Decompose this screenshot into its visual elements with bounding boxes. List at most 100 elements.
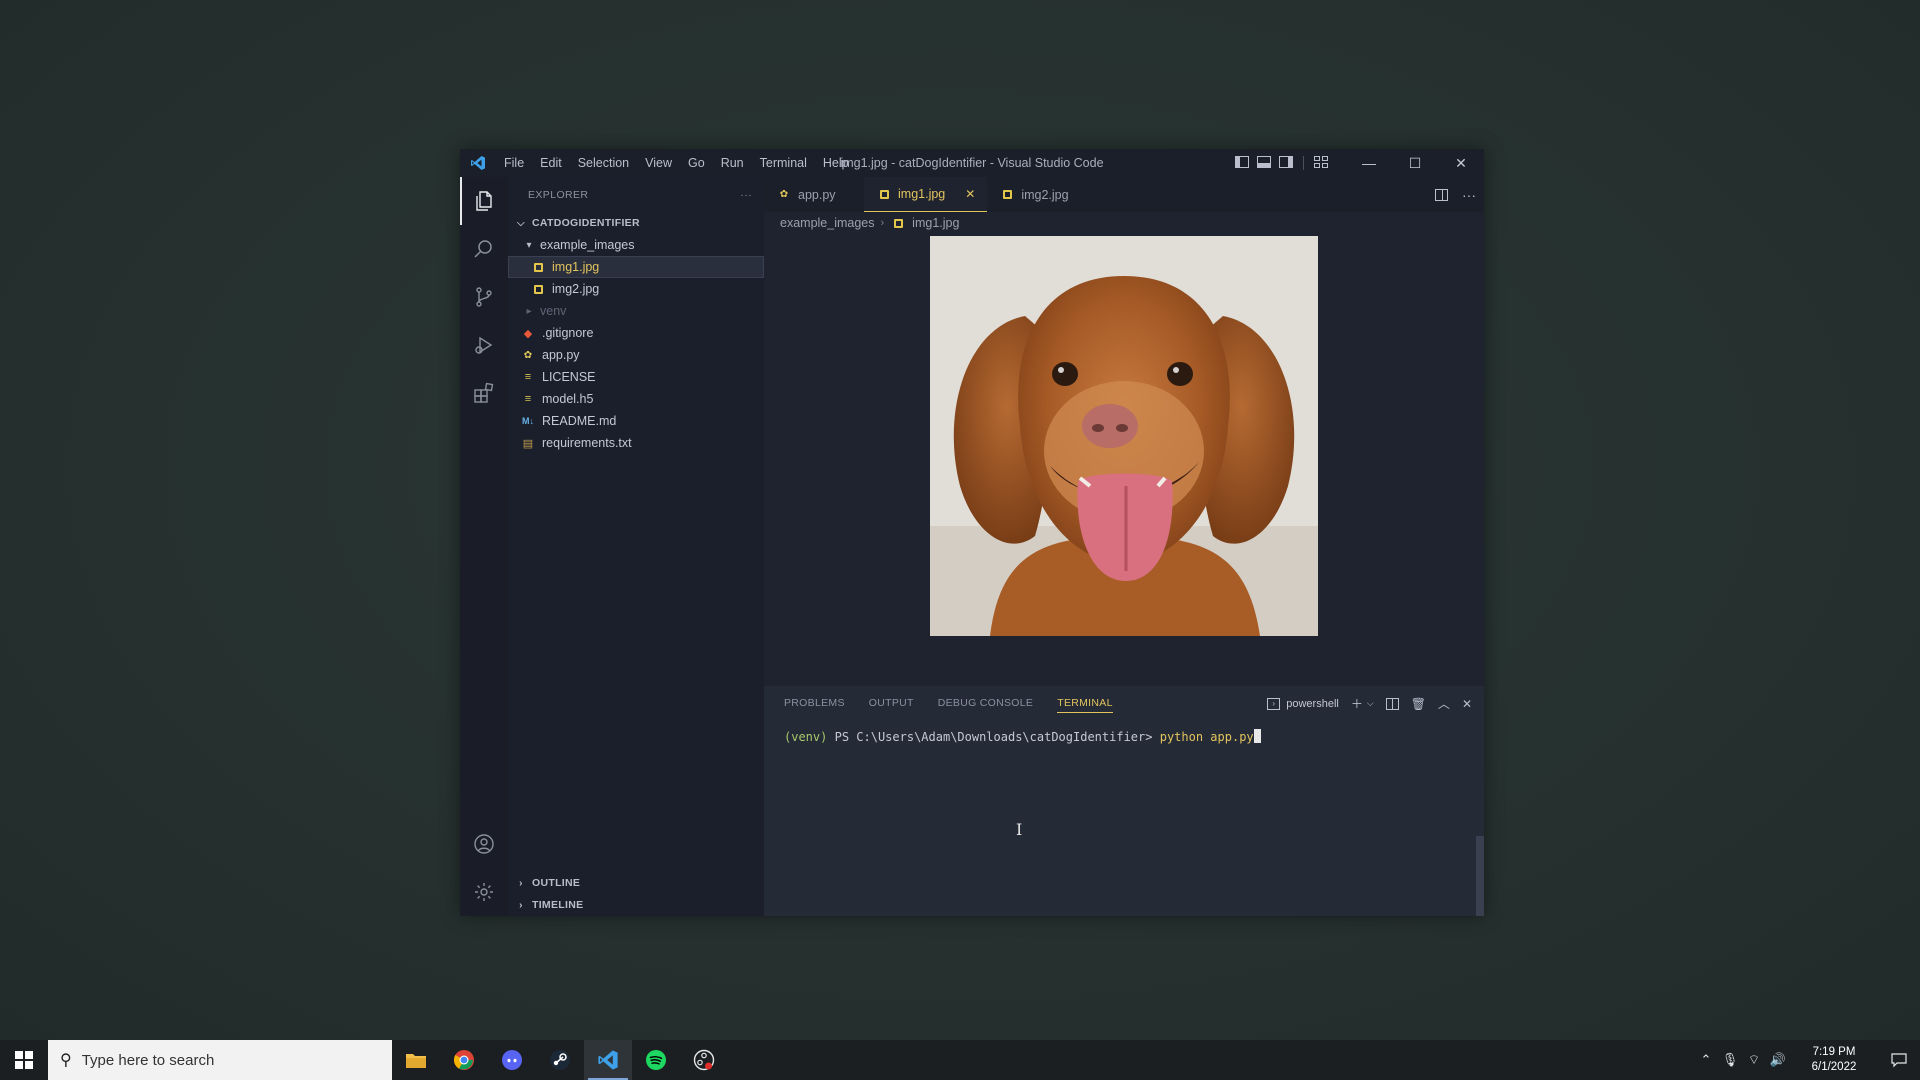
terminal-icon: ›	[1267, 697, 1281, 710]
menu-edit[interactable]: Edit	[532, 149, 570, 177]
new-terminal-icon[interactable]: ＋	[1351, 695, 1363, 712]
breadcrumb-folder[interactable]: example_images	[780, 216, 875, 230]
chevron-right-icon: ›	[519, 899, 523, 911]
customize-layout-icon[interactable]	[1314, 156, 1328, 168]
file-model-h5[interactable]: ≡ model.h5	[508, 388, 764, 410]
settings-gear-icon[interactable]	[460, 868, 508, 916]
close-panel-icon[interactable]: ✕	[1462, 697, 1472, 711]
menu-run[interactable]: Run	[713, 149, 752, 177]
menu-view[interactable]: View	[637, 149, 680, 177]
folder-example-images[interactable]: ▾ example_images	[508, 234, 764, 256]
outline-section[interactable]: › OUTLINE	[508, 872, 764, 894]
split-terminal-icon[interactable]	[1385, 697, 1399, 710]
clock[interactable]: 7:19 PM 6/1/2022	[1798, 1045, 1870, 1075]
timeline-section[interactable]: › TIMELINE	[508, 894, 764, 916]
start-button[interactable]	[0, 1040, 48, 1080]
tab-label: app.py	[798, 187, 836, 202]
shell-label[interactable]: powershell	[1286, 698, 1339, 710]
search-icon[interactable]	[460, 225, 508, 273]
chrome-icon[interactable]	[440, 1040, 488, 1080]
file-explorer-icon[interactable]	[392, 1040, 440, 1080]
tab-problems[interactable]: PROBLEMS	[784, 686, 845, 721]
close-tab-icon[interactable]: ✕	[965, 187, 975, 201]
extensions-icon[interactable]	[460, 369, 508, 417]
menu-help[interactable]: Help	[815, 149, 857, 177]
chevron-down-icon: ⌵	[517, 217, 525, 229]
close-window-button[interactable]: ✕	[1438, 149, 1484, 177]
file-label: img1.jpg	[552, 260, 600, 274]
discord-icon[interactable]	[488, 1040, 536, 1080]
search-placeholder: Type here to search	[81, 1051, 215, 1069]
tab-img1[interactable]: img1.jpg ✕	[864, 177, 988, 212]
notification-icon[interactable]	[1878, 1040, 1920, 1080]
project-section[interactable]: ⌵ CATDOGIDENTIFIER	[508, 212, 764, 234]
menu-selection[interactable]: Selection	[570, 149, 637, 177]
file-license[interactable]: ≡ LICENSE	[508, 366, 764, 388]
maximize-panel-icon[interactable]: ︿	[1438, 695, 1450, 712]
folder-label: venv	[540, 304, 567, 318]
terminal-scrollbar[interactable]	[1476, 836, 1484, 916]
minimize-button[interactable]: —	[1346, 149, 1392, 177]
terminal-venv: (venv)	[784, 730, 828, 744]
taskbar-search[interactable]: ⚲ Type here to search	[48, 1040, 392, 1080]
tab-output[interactable]: OUTPUT	[869, 686, 914, 721]
maximize-button[interactable]: ☐	[1392, 149, 1438, 177]
menu-terminal[interactable]: Terminal	[752, 149, 815, 177]
explorer-icon[interactable]	[460, 177, 508, 225]
run-debug-icon[interactable]	[460, 321, 508, 369]
chevron-down-icon: ▾	[526, 239, 532, 251]
tab-label: img1.jpg	[898, 187, 946, 201]
more-actions-icon[interactable]: ···	[740, 189, 752, 201]
file-img1[interactable]: img1.jpg	[508, 256, 764, 278]
toggle-secondary-sidebar-icon[interactable]	[1279, 156, 1293, 168]
breadcrumb: example_images › img1.jpg	[764, 212, 1484, 234]
terminal-path: PS C:\Users\Adam\Downloads\catDogIdentif…	[834, 730, 1153, 744]
chevron-right-icon: ›	[880, 217, 885, 229]
title-bar: File Edit Selection View Go Run Terminal…	[460, 149, 1484, 177]
menu-file[interactable]: File	[496, 149, 532, 177]
chevron-up-icon[interactable]: ⌃	[1694, 1052, 1718, 1068]
image-file-icon	[530, 281, 546, 297]
python-icon: ✿	[779, 189, 789, 200]
outline-label: OUTLINE	[532, 877, 581, 889]
trash-icon[interactable]: 🗑	[1411, 697, 1426, 711]
file-gitignore[interactable]: ◆ .gitignore	[508, 322, 764, 344]
account-icon[interactable]	[460, 820, 508, 868]
git-icon: ◆	[523, 327, 533, 340]
divider	[1303, 156, 1304, 170]
tab-debug-console[interactable]: DEBUG CONSOLE	[938, 686, 1034, 721]
vscode-logo-icon	[460, 149, 496, 177]
file-readme[interactable]: M↓ README.md	[508, 410, 764, 432]
system-tray: ⌃ 🎙 ⌔ 🔊 7:19 PM 6/1/2022	[1694, 1040, 1920, 1080]
requirements-file-icon: ▤	[522, 437, 534, 450]
terminal-output[interactable]: (venv) PS C:\Users\Adam\Downloads\catDog…	[764, 721, 1484, 752]
menu-go[interactable]: Go	[680, 149, 713, 177]
breadcrumb-file[interactable]: img1.jpg	[912, 216, 959, 230]
microphone-icon[interactable]: 🎙	[1718, 1052, 1742, 1068]
file-app-py[interactable]: ✿ app.py	[508, 344, 764, 366]
obs-icon[interactable]	[680, 1040, 728, 1080]
explorer-header: EXPLORER	[528, 188, 589, 201]
clock-date: 6/1/2022	[1811, 1061, 1857, 1073]
volume-icon[interactable]: 🔊	[1766, 1052, 1790, 1068]
more-actions-icon[interactable]: ···	[1462, 187, 1476, 203]
folder-venv[interactable]: ▸ venv	[508, 300, 764, 322]
network-icon[interactable]: ⌔	[1742, 1052, 1766, 1068]
tab-label: img2.jpg	[1021, 187, 1069, 202]
license-file-icon: ≡	[524, 371, 532, 383]
steam-icon[interactable]	[536, 1040, 584, 1080]
split-editor-icon[interactable]	[1435, 188, 1448, 201]
source-control-icon[interactable]	[460, 273, 508, 321]
tab-img2[interactable]: img2.jpg	[987, 177, 1087, 212]
vscode-icon[interactable]	[584, 1040, 632, 1080]
tab-app-py[interactable]: ✿ app.py	[764, 177, 864, 212]
chevron-down-icon[interactable]: ⌵	[1367, 698, 1374, 709]
file-label: app.py	[542, 348, 580, 362]
tab-terminal[interactable]: TERMINAL	[1057, 686, 1113, 721]
toggle-panel-icon[interactable]	[1257, 156, 1271, 168]
file-img2[interactable]: img2.jpg	[508, 278, 764, 300]
spotify-icon[interactable]	[632, 1040, 680, 1080]
menu-bar: File Edit Selection View Go Run Terminal…	[496, 149, 857, 177]
file-requirements[interactable]: ▤ requirements.txt	[508, 432, 764, 454]
toggle-primary-sidebar-icon[interactable]	[1235, 156, 1249, 168]
